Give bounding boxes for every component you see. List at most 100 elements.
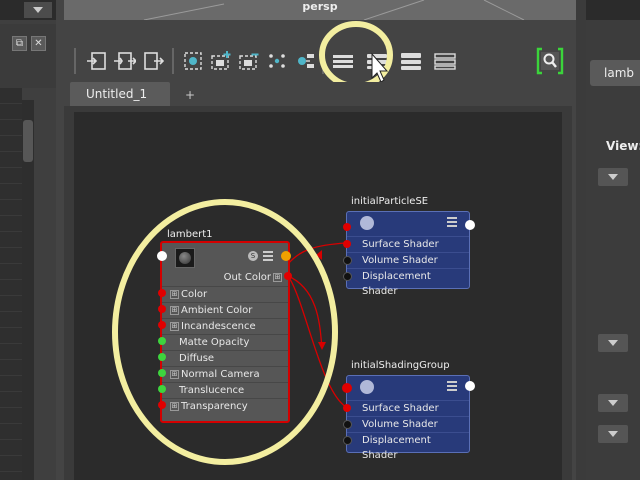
menu-icon[interactable]: [447, 217, 457, 227]
list-item[interactable]: [0, 328, 22, 344]
list-item[interactable]: [0, 232, 22, 248]
chevron-down-icon[interactable]: [24, 2, 52, 18]
attr-row[interactable]: Matte Opacity: [162, 334, 288, 349]
custom-mode-icon[interactable]: [434, 50, 456, 72]
attr-port[interactable]: [158, 353, 166, 361]
list-item[interactable]: [0, 184, 22, 200]
input-output-connections-icon[interactable]: [114, 50, 136, 72]
attr-row[interactable]: ⊞ Ambient Color: [162, 302, 288, 317]
add-selected-icon[interactable]: [210, 50, 232, 72]
attr-port[interactable]: [158, 337, 166, 345]
output-connections-icon[interactable]: [142, 50, 164, 72]
out-color-label: Out Color: [223, 272, 271, 283]
hypershade-toolbar: [64, 21, 576, 89]
attr-port[interactable]: [158, 401, 166, 409]
input-connections-icon[interactable]: [86, 50, 108, 72]
tab-untitled[interactable]: Untitled_1: [70, 82, 170, 106]
list-item[interactable]: [0, 296, 22, 312]
list-item[interactable]: [0, 344, 22, 360]
shader-row[interactable]: Volume Shader: [347, 416, 469, 431]
list-item[interactable]: [0, 216, 22, 232]
float-window-button[interactable]: ⧉: [12, 36, 27, 51]
list-item[interactable]: [0, 120, 22, 136]
attr-port[interactable]: [158, 369, 166, 377]
collapse-button[interactable]: [598, 334, 628, 352]
list-item[interactable]: [0, 424, 22, 440]
attr-port[interactable]: [343, 240, 351, 248]
list-item[interactable]: [0, 392, 22, 408]
collapse-button[interactable]: [598, 168, 628, 186]
lambert-node-title: lambert1: [167, 229, 213, 240]
list-item[interactable]: [0, 408, 22, 424]
output-port[interactable]: [465, 381, 475, 391]
shader-row[interactable]: Displacement Shader: [347, 432, 469, 461]
graph-highlight-icon[interactable]: [294, 50, 316, 72]
attr-row[interactable]: Translucence: [162, 382, 288, 397]
shading-group-icon: [360, 216, 374, 230]
attr-port[interactable]: [158, 321, 166, 329]
list-item[interactable]: [0, 312, 22, 328]
select-object-icon[interactable]: [182, 50, 204, 72]
attribute-panel-header: [586, 0, 640, 20]
output-port[interactable]: [465, 220, 475, 230]
menu-icon[interactable]: [447, 381, 457, 391]
attr-port[interactable]: [343, 272, 352, 281]
attr-port[interactable]: [158, 305, 166, 313]
attr-row[interactable]: ⊞ Color: [162, 286, 288, 301]
shader-row[interactable]: Displacement Shader: [347, 268, 469, 297]
left-panel-toolbar: [0, 24, 56, 88]
list-item[interactable]: [0, 104, 22, 120]
layout-icon[interactable]: [266, 50, 288, 72]
attr-port[interactable]: [343, 256, 352, 265]
attr-port[interactable]: [158, 385, 166, 393]
tab-lambert[interactable]: lamb: [590, 60, 640, 86]
list-item[interactable]: [0, 248, 22, 264]
particle-se-node[interactable]: Surface Shader Volume Shader Displacemen…: [346, 211, 470, 297]
input-port[interactable]: [343, 223, 351, 231]
list-item[interactable]: [0, 376, 22, 392]
list-item[interactable]: [0, 360, 22, 376]
list-item[interactable]: [0, 456, 22, 472]
close-window-button[interactable]: ✕: [31, 36, 46, 51]
shader-row[interactable]: Volume Shader: [347, 252, 469, 267]
shading-group-node[interactable]: Surface Shader Volume Shader Displacemen…: [346, 375, 470, 461]
list-item[interactable]: [0, 168, 22, 184]
view-label: View:: [606, 139, 640, 153]
remove-selected-icon[interactable]: [238, 50, 260, 72]
attr-row[interactable]: ⊞ Transparency: [162, 398, 288, 413]
list-item[interactable]: [0, 280, 22, 296]
add-tab-button[interactable]: +: [176, 84, 204, 106]
material-swatch-icon: [175, 248, 195, 268]
list-item[interactable]: [0, 440, 22, 456]
settings-icon[interactable]: S: [248, 251, 258, 261]
shading-group-title: initialShadingGroup: [351, 360, 450, 371]
out-color-row[interactable]: Out Color ⊞: [162, 271, 288, 285]
search-icon[interactable]: [536, 47, 564, 75]
lambert-node[interactable]: S Out Color ⊞ ⊞ Color ⊞ Ambient Color ⊞ Inca…: [160, 241, 290, 423]
input-port-main[interactable]: [157, 251, 167, 261]
list-item[interactable]: [0, 152, 22, 168]
outliner-list: [0, 88, 22, 480]
output-port-main[interactable]: [281, 251, 291, 261]
list-item[interactable]: [0, 136, 22, 152]
list-item[interactable]: [0, 264, 22, 280]
panel-divider[interactable]: [576, 0, 586, 480]
list-item[interactable]: [0, 200, 22, 216]
node-editor-canvas[interactable]: [74, 112, 562, 480]
attr-port[interactable]: [343, 436, 352, 445]
attr-port[interactable]: [343, 420, 352, 429]
out-color-port[interactable]: [284, 272, 292, 280]
attr-row[interactable]: Diffuse: [162, 350, 288, 365]
list-item[interactable]: [0, 88, 22, 104]
collapse-button[interactable]: [598, 425, 628, 443]
collapse-button[interactable]: [598, 394, 628, 412]
attr-row[interactable]: ⊞ Incandescence: [162, 318, 288, 333]
scrollbar-thumb[interactable]: [23, 120, 33, 162]
shader-row[interactable]: Surface Shader: [347, 236, 469, 251]
attr-row[interactable]: ⊞ Normal Camera: [162, 366, 288, 381]
attr-port[interactable]: [158, 289, 166, 297]
attr-port[interactable]: [343, 404, 351, 412]
menu-icon[interactable]: [263, 251, 273, 261]
shader-row[interactable]: Surface Shader: [347, 400, 469, 415]
input-port[interactable]: [342, 383, 352, 393]
